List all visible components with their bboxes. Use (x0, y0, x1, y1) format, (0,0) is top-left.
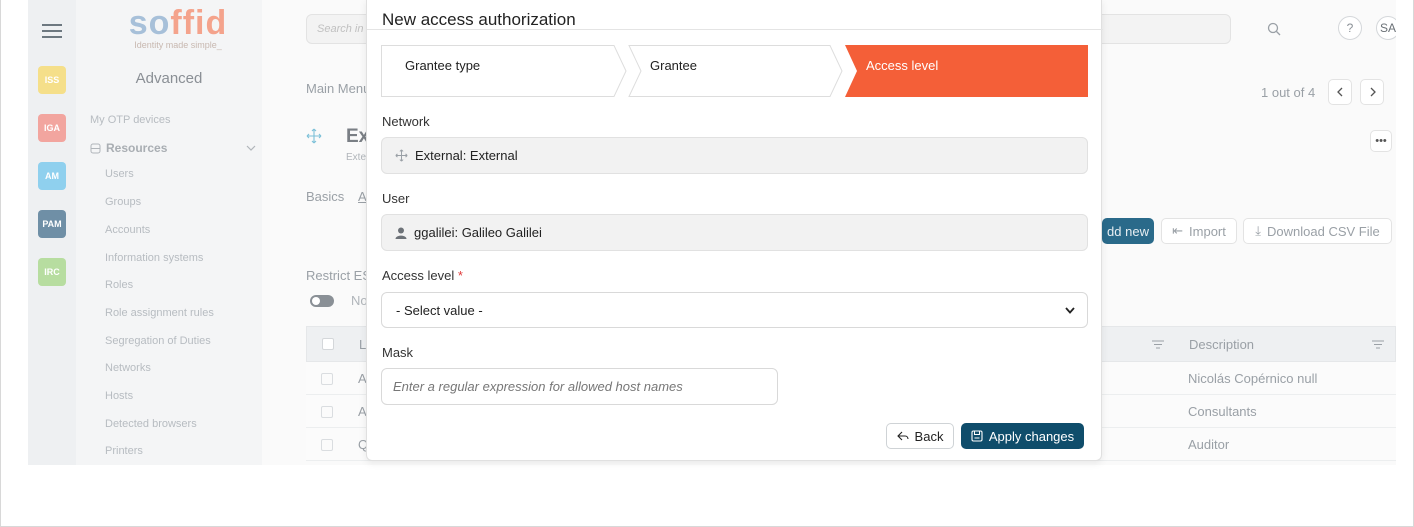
sidebar-item-hosts[interactable]: Hosts (105, 390, 133, 402)
restrict-toggle[interactable] (310, 295, 334, 307)
add-new-button[interactable]: dd new (1102, 218, 1154, 244)
row-checkbox[interactable] (321, 373, 333, 385)
wizard-steps-shape (381, 45, 1088, 97)
user-label: User (382, 191, 410, 206)
access-level-select[interactable]: - Select value - (381, 292, 1088, 328)
dialog-title: New access authorization (382, 10, 576, 29)
import-button[interactable]: ⇤ Import (1161, 218, 1237, 244)
breadcrumb[interactable]: Main Menu (306, 81, 370, 96)
rail-tile-iss[interactable]: ISS (38, 66, 66, 94)
sidebar-group-resources[interactable]: Resources (90, 141, 256, 155)
user-value: ggalilei: Galileo Galilei (414, 225, 542, 240)
soffid-logo: soffid Identity made simple_ (128, 4, 228, 50)
step-grantee[interactable]: Grantee (626, 45, 697, 97)
hamburger-menu-icon[interactable] (42, 24, 62, 38)
app-rail: ISS IGA AM PAM IRC (28, 0, 76, 465)
download-csv-button[interactable]: ⤓ Download CSV File (1243, 218, 1392, 244)
back-arrow-icon (896, 431, 909, 441)
restrict-label: Restrict ES (306, 268, 372, 283)
row-checkbox[interactable] (321, 439, 333, 451)
access-authorization-dialog: New access authorization Grantee type Gr… (366, 0, 1103, 461)
next-page-button[interactable] (1360, 79, 1384, 105)
divider (367, 29, 1103, 30)
back-button[interactable]: Back (886, 423, 954, 449)
mode-label: Advanced (135, 70, 203, 87)
tab-basics[interactable]: Basics (306, 189, 344, 204)
sidebar-item-detected-browsers[interactable]: Detected browsers (105, 418, 197, 430)
sidebar-item-segregation-of-duties[interactable]: Segregation of Duties (105, 335, 211, 347)
network-field: External: External (381, 137, 1088, 174)
page-subtitle: Exte (346, 152, 367, 163)
mask-input[interactable] (381, 368, 778, 405)
apply-changes-button[interactable]: Apply changes (961, 423, 1084, 449)
step-grantee-type[interactable]: Grantee type (381, 45, 480, 97)
sidebar-item-accounts[interactable]: Accounts (105, 224, 150, 236)
chevron-down-icon (1065, 306, 1075, 314)
move-arrows-icon (306, 128, 322, 144)
chevron-left-icon (1336, 87, 1342, 97)
rail-tile-am[interactable]: AM (38, 162, 66, 190)
sidebar-item-users[interactable]: Users (105, 168, 134, 180)
sidebar-item-roles[interactable]: Roles (105, 279, 133, 291)
sidebar-item-groups[interactable]: Groups (105, 196, 141, 208)
column-description[interactable]: Description (1189, 337, 1254, 352)
network-label: Network (382, 114, 430, 129)
sidebar-item-networks[interactable]: Networks (105, 362, 151, 374)
sidebar-item-printers[interactable]: Printers (105, 445, 143, 457)
chevron-down-icon (246, 145, 256, 151)
user-avatar[interactable]: SA (1376, 16, 1396, 40)
import-icon: ⇤ (1172, 223, 1184, 238)
database-icon (90, 143, 101, 153)
access-level-selected: - Select value - (396, 302, 483, 318)
save-icon (971, 430, 983, 442)
user-icon (395, 227, 407, 239)
filter-icon (1152, 340, 1164, 349)
more-options-button[interactable]: ••• (1370, 130, 1392, 152)
wizard-steps: Grantee type Grantee Access level (381, 45, 1088, 97)
mask-label: Mask (382, 345, 414, 360)
user-field: ggalilei: Galileo Galilei (381, 214, 1088, 251)
step-access-level[interactable]: Access level (842, 45, 938, 97)
search-icon (1267, 22, 1281, 36)
rail-tile-irc[interactable]: IRC (38, 258, 66, 286)
rail-tile-pam[interactable]: PAM (38, 210, 66, 238)
rail-tile-iga[interactable]: IGA (38, 114, 66, 142)
network-value: External: External (415, 148, 518, 163)
pager-label: 1 out of 4 (1261, 85, 1316, 100)
sidebar-item-otp[interactable]: My OTP devices (90, 114, 171, 126)
sidebar-item-information-systems[interactable]: Information systems (105, 252, 203, 264)
filter-icon (1372, 340, 1384, 349)
move-arrows-icon (395, 149, 408, 162)
sidebar-item-role-assignment-rules[interactable]: Role assignment rules (105, 307, 214, 319)
chevron-right-icon (1370, 87, 1376, 97)
select-all-checkbox[interactable] (322, 338, 334, 350)
download-icon: ⤓ (1255, 223, 1262, 238)
help-button[interactable]: ? (1338, 16, 1362, 40)
sidebar: soffid Identity made simple_ Advanced My… (76, 0, 262, 465)
access-level-label: Access level * (382, 268, 463, 283)
previous-page-button[interactable] (1328, 79, 1352, 105)
row-checkbox[interactable] (321, 406, 333, 418)
